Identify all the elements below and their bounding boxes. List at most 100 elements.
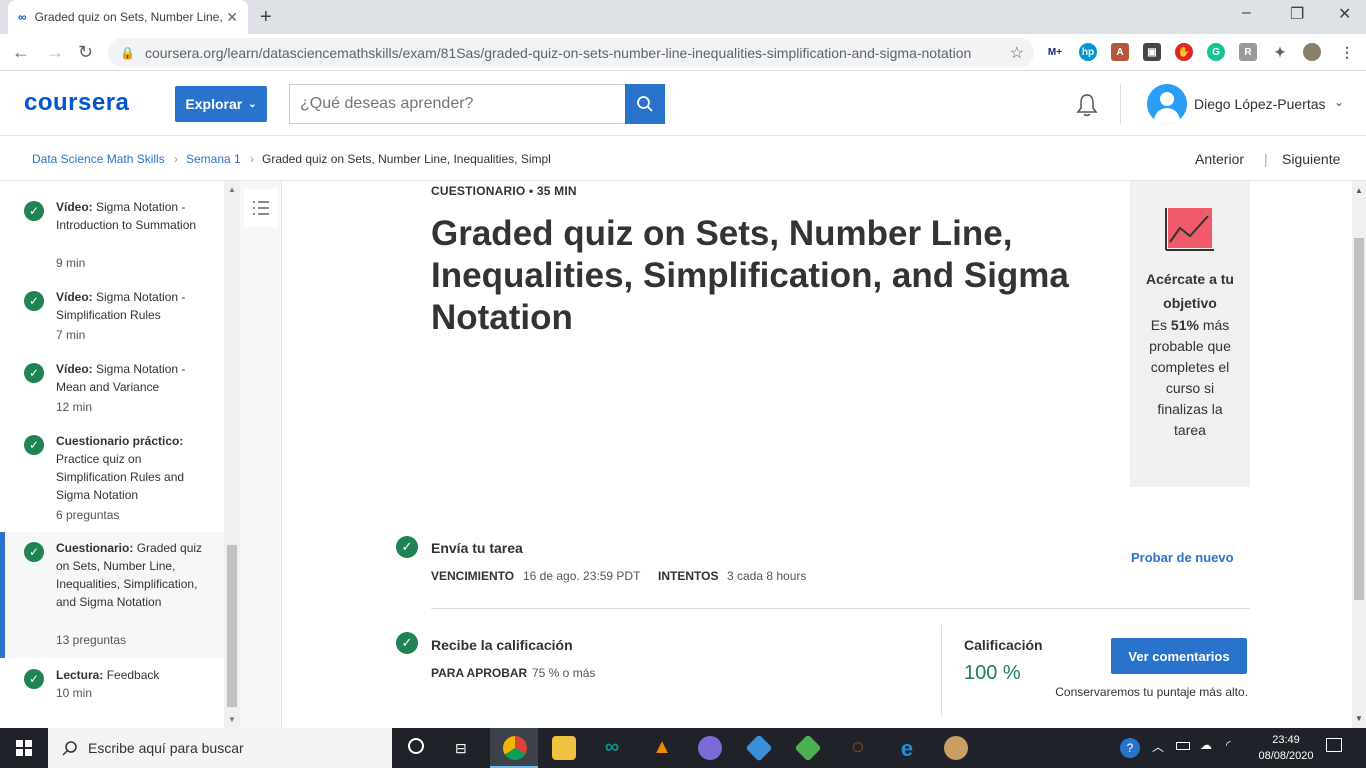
url-text: coursera.org/learn/datasciencemathskills… xyxy=(144,44,972,61)
battery-icon[interactable] xyxy=(1176,742,1190,750)
next-link[interactable]: Siguiente xyxy=(1282,151,1340,167)
edge-icon[interactable]: e xyxy=(895,736,919,761)
sidebar-item-graded-quiz[interactable]: ✓ Cuestionario: Graded quiz on Sets, Num… xyxy=(0,532,224,658)
cloud-icon[interactable]: ☁ xyxy=(1200,738,1212,752)
sidebar-scrollbar-thumb[interactable] xyxy=(227,545,237,707)
goal-body-pre: Es xyxy=(1150,317,1171,333)
breadcrumb-course[interactable]: Data Science Math Skills xyxy=(32,152,165,166)
completed-check-icon: ✓ xyxy=(24,542,44,562)
arduino-icon[interactable]: ∞ xyxy=(600,736,624,760)
pass-value: 75 % o más xyxy=(532,666,596,680)
retry-link[interactable]: Probar de nuevo xyxy=(1131,550,1234,565)
extension-translate-icon[interactable]: R xyxy=(1239,43,1257,61)
page-scroll-down-icon[interactable]: ▼ xyxy=(1355,714,1363,723)
paint-icon[interactable] xyxy=(944,736,968,760)
sidebar-item-feedback-reading[interactable]: ✓ Lectura: Feedback 10 min xyxy=(0,658,224,728)
coursera-logo[interactable]: coursera xyxy=(24,89,129,117)
grade-step-title: Recibe la calificación xyxy=(431,637,573,653)
item-kind: Lectura: xyxy=(56,668,104,682)
sidebar-item-sigma-mean[interactable]: ✓ Vídeo: Sigma Notation - Mean and Varia… xyxy=(0,345,224,417)
notifications-center-icon[interactable] xyxy=(1326,738,1342,752)
user-name[interactable]: Diego López-Puertas xyxy=(1194,96,1326,112)
breadcrumb-separator-icon: › xyxy=(250,152,254,166)
new-tab-icon[interactable]: + xyxy=(260,6,272,29)
extension-clipboard-icon[interactable]: ▣ xyxy=(1143,43,1161,61)
task-view-icon[interactable] xyxy=(408,738,424,754)
browser-menu-icon[interactable]: ⋮ xyxy=(1338,43,1356,61)
extension-grammarly-icon[interactable]: G xyxy=(1207,43,1225,61)
tor-browser-icon[interactable] xyxy=(698,736,722,760)
file-explorer-icon[interactable] xyxy=(552,736,576,760)
wifi-icon[interactable]: ◜ xyxy=(1226,738,1231,752)
outline-toggle-strip xyxy=(240,181,282,728)
goal-body-post: más probable que completes el curso si f… xyxy=(1149,317,1231,438)
step-divider xyxy=(431,608,1250,609)
taskbar-search-placeholder: Escribe aquí para buscar xyxy=(88,740,244,756)
close-window-icon[interactable]: ✕ xyxy=(1338,4,1351,24)
user-menu-chevron-icon[interactable]: ⌄ xyxy=(1334,95,1344,109)
search-input[interactable] xyxy=(289,84,625,124)
grade-value: 100 % xyxy=(964,662,1021,684)
pass-label: PARA APROBAR xyxy=(431,666,528,680)
sidebar-item-practice-quiz[interactable]: ✓ Cuestionario práctico: Practice quiz o… xyxy=(0,417,224,532)
address-bar[interactable]: 🔒 coursera.org/learn/datasciencemathskil… xyxy=(108,38,1034,67)
extensions-puzzle-icon[interactable]: ✦ xyxy=(1271,43,1289,61)
extension-hp-icon[interactable]: hp xyxy=(1079,43,1097,61)
previous-link[interactable]: Anterior xyxy=(1195,151,1244,167)
bookmark-star-icon[interactable]: ☆ xyxy=(1010,43,1024,63)
explore-button[interactable]: Explorar ⌄ xyxy=(175,86,267,122)
chrome-taskbar-icon[interactable] xyxy=(503,736,527,760)
browser-tab[interactable]: ∞ Graded quiz on Sets, Number Line, Ineq… xyxy=(8,0,248,34)
git-gui-icon[interactable] xyxy=(745,734,773,762)
back-arrow-icon[interactable]: ← xyxy=(12,42,30,63)
windows-start-icon[interactable] xyxy=(16,740,32,756)
search-icon xyxy=(62,741,77,756)
view-feedback-button[interactable]: Ver comentarios xyxy=(1111,638,1247,674)
git-gui-2-icon[interactable] xyxy=(794,734,822,762)
completed-check-icon: ✓ xyxy=(24,201,44,221)
page-scroll-up-icon[interactable]: ▲ xyxy=(1355,186,1363,195)
goal-card: Acércate a tu objetivo Es 51% más probab… xyxy=(1130,181,1250,487)
extension-adblock-icon[interactable]: ✋ xyxy=(1175,43,1193,61)
item-kind: Vídeo: xyxy=(56,362,93,376)
page-scrollbar-thumb[interactable] xyxy=(1354,238,1364,600)
extension-movistar-icon[interactable]: M+ xyxy=(1046,43,1064,61)
forward-arrow-icon[interactable]: → xyxy=(46,42,64,63)
taskbar-clock[interactable]: 23:49 08/08/2020 xyxy=(1258,732,1314,764)
tray-chevron-up-icon[interactable]: ︿ xyxy=(1152,738,1164,755)
nav-divider: | xyxy=(1264,151,1268,167)
search-button[interactable] xyxy=(625,84,665,124)
timeline-icon[interactable]: ⊟ xyxy=(455,740,467,757)
scroll-down-arrow-icon[interactable]: ▼ xyxy=(228,715,236,724)
notifications-bell-icon[interactable] xyxy=(1076,93,1098,123)
sidebar-item-sigma-rules[interactable]: ✓ Vídeo: Sigma Notation - Simplification… xyxy=(0,273,224,345)
jupyter-icon[interactable]: ◌ xyxy=(846,736,870,760)
step-complete-check-icon: ✓ xyxy=(396,536,418,558)
maximize-icon[interactable]: ❐ xyxy=(1290,4,1304,24)
quiz-kicker: CUESTIONARIO • 35 MIN xyxy=(431,184,577,198)
breadcrumb-week[interactable]: Semana 1 xyxy=(186,152,241,166)
vlc-icon[interactable]: ▲ xyxy=(650,736,674,760)
tab-close-icon[interactable]: ✕ xyxy=(226,9,238,26)
help-tray-icon[interactable]: ? xyxy=(1120,738,1140,758)
user-avatar[interactable] xyxy=(1147,84,1187,124)
breadcrumb-current: Graded quiz on Sets, Number Line, Inequa… xyxy=(262,152,551,166)
header-divider xyxy=(1120,84,1121,124)
item-title: Practice quiz on Simplification Rules an… xyxy=(56,452,185,502)
taskbar-search-input[interactable]: Escribe aquí para buscar xyxy=(48,728,392,768)
profile-avatar-icon[interactable] xyxy=(1303,43,1321,61)
outline-list-icon[interactable] xyxy=(244,189,278,227)
extension-pdf-icon[interactable]: A xyxy=(1111,43,1129,61)
goal-card-title: Acércate a tu objetivo xyxy=(1146,271,1234,311)
reload-icon[interactable]: ↻ xyxy=(78,42,93,63)
sidebar-item-sigma-intro[interactable]: ✓ Vídeo: Sigma Notation - Introduction t… xyxy=(0,181,224,273)
scroll-up-arrow-icon[interactable]: ▲ xyxy=(228,185,236,194)
item-meta: 6 preguntas xyxy=(56,508,120,522)
page-title: Graded quiz on Sets, Number Line, Inequa… xyxy=(431,214,1069,337)
minimize-icon[interactable]: – xyxy=(1242,4,1251,22)
windows-taskbar: Escribe aquí para buscar ⊟ ∞ ▲ ◌ e ? ︿ ☁… xyxy=(0,728,1366,768)
item-meta: 13 preguntas xyxy=(56,633,127,647)
attempts-value: 3 cada 8 hours xyxy=(727,569,807,583)
site-header: coursera Explorar ⌄ Diego López-Puertas … xyxy=(0,71,1366,136)
browser-tab-strip: ∞ Graded quiz on Sets, Number Line, Ineq… xyxy=(0,0,1366,34)
